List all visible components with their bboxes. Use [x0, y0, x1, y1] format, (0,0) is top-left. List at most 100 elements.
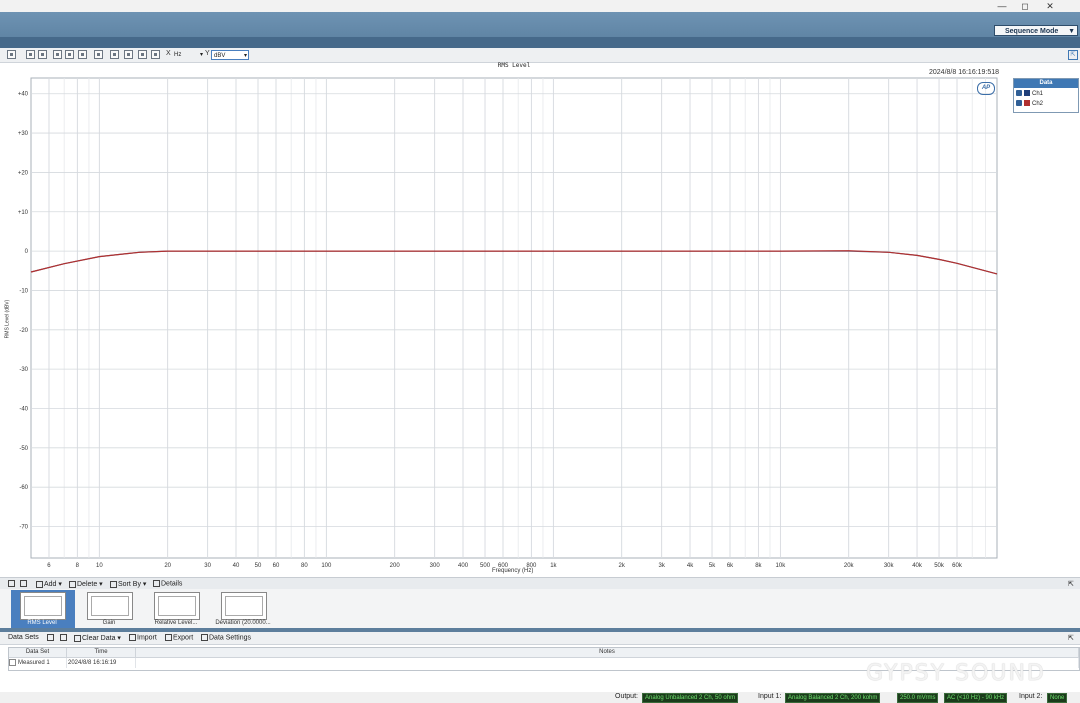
y-tick-label: -50: [19, 446, 28, 452]
x-tick-label: 40: [233, 563, 240, 569]
output-value[interactable]: Analog Unbalanced 2 Ch, 50 ohm: [642, 693, 739, 703]
x-tick-label: 20: [164, 563, 171, 569]
chart-legend: Data Ch1 Ch2: [1013, 78, 1079, 113]
delete-button[interactable]: Delete ▾: [69, 580, 103, 588]
delete-label: Delete: [77, 581, 98, 588]
input1-value[interactable]: Analog Balanced 2 Ch, 200 kohm: [785, 693, 881, 703]
x-tick-label: 2k: [619, 563, 626, 569]
data-settings-label: Data Settings: [209, 634, 252, 642]
data-set-name: Measured 1: [18, 660, 50, 666]
delete-icon: [69, 580, 76, 588]
y-tick-label: -70: [19, 525, 28, 531]
x-tick-label: 6: [47, 563, 51, 569]
y-tick-label: -30: [19, 367, 28, 373]
thumbnail-rms-level[interactable]: [20, 592, 66, 620]
column-header-time[interactable]: Time: [67, 648, 136, 658]
details-icon: [153, 580, 160, 587]
thumbnail-label: Deviation (20.0000...: [215, 620, 271, 626]
y-tick-label: +10: [18, 210, 29, 216]
x-tick-label: 30k: [884, 563, 895, 569]
input2-value[interactable]: None: [1047, 693, 1068, 703]
clear-icon: [74, 634, 81, 642]
watermark: GYPSY SOUND: [866, 661, 1046, 686]
uncheck-all-icon[interactable]: [60, 634, 68, 641]
data-settings-button[interactable]: Data Settings: [201, 634, 251, 641]
x-tick-label: 500: [480, 563, 491, 569]
data-sets-title: Data Sets: [8, 634, 39, 641]
x-axis-label: Frequency (Hz): [492, 568, 534, 574]
legend-label: Ch1: [1032, 91, 1044, 97]
row-checkbox[interactable]: [9, 658, 16, 666]
legend-item-ch2[interactable]: Ch2: [1016, 100, 1043, 108]
checkbox-icon[interactable]: [1016, 90, 1022, 97]
x-tick-label: 30: [204, 563, 211, 569]
data-sets-toolbar: Data Sets Clear Data ▾ Import Export Dat…: [0, 632, 1080, 645]
export-button[interactable]: Export: [165, 634, 193, 641]
add-button[interactable]: Add ▾: [36, 580, 62, 588]
checkbox-icon[interactable]: [1016, 100, 1022, 107]
sort-by-button[interactable]: Sort By ▾: [110, 580, 146, 588]
x-tick-label: 4k: [687, 563, 694, 569]
y-axis-label: RMS Level (dBV): [4, 299, 11, 339]
y-tick-label: -10: [19, 288, 28, 294]
y-tick-label: -20: [19, 328, 28, 334]
x-tick-label: 400: [458, 563, 469, 569]
expand-icon[interactable]: ⇱: [1068, 634, 1074, 642]
details-button[interactable]: Details: [153, 580, 182, 587]
column-header-notes[interactable]: Notes: [136, 648, 1079, 658]
thumbnail-gain[interactable]: [87, 592, 133, 620]
clear-data-label: Clear Data: [82, 635, 116, 642]
table-cell-time: 2024/8/8 16:16:19: [67, 658, 136, 668]
y-tick-label: +40: [18, 92, 29, 98]
color-swatch: [1024, 90, 1030, 97]
x-tick-label: 50k: [934, 563, 945, 569]
y-tick-label: 0: [25, 249, 29, 255]
export-icon: [165, 634, 172, 641]
legend-label: Ch2: [1032, 101, 1044, 107]
export-label: Export: [173, 634, 194, 642]
x-tick-label: 80: [301, 563, 308, 569]
y-tick-label: -60: [19, 485, 28, 491]
details-label: Details: [161, 580, 183, 588]
x-tick-label: 10k: [776, 563, 787, 569]
thumbnail-relative-level[interactable]: [154, 592, 200, 620]
x-tick-label: 50: [255, 563, 262, 569]
thumbnail-label: RMS Level: [27, 620, 57, 626]
ap-logo: AP: [977, 82, 995, 95]
input1-level[interactable]: 250.0 mVrms: [897, 693, 939, 703]
thumbnail-label: Relative Level...: [154, 620, 198, 626]
y-tick-label: +30: [18, 131, 29, 137]
x-tick-label: 1k: [550, 563, 557, 569]
import-button[interactable]: Import: [129, 634, 157, 641]
x-tick-label: 5k: [709, 563, 716, 569]
x-tick-label: 60: [273, 563, 280, 569]
x-tick-label: 6k: [727, 563, 734, 569]
thumbnail-deviation[interactable]: [221, 592, 267, 620]
input1-label: Input 1:: [758, 693, 782, 700]
input1-filter[interactable]: AC (<10 Hz) - 90 kHz: [944, 693, 1008, 703]
status-bar: Output: Analog Unbalanced 2 Ch, 50 ohm I…: [0, 692, 1080, 703]
x-tick-label: 300: [430, 563, 441, 569]
sort-icon: [110, 580, 117, 588]
table-row[interactable]: Measured 1: [9, 658, 67, 668]
first-icon[interactable]: [8, 580, 16, 587]
y-tick-label: +20: [18, 170, 29, 176]
last-icon[interactable]: [20, 580, 28, 587]
input2-label: Input 2:: [1019, 693, 1043, 700]
x-tick-label: 3k: [659, 563, 666, 569]
import-label: Import: [137, 634, 157, 642]
expand-icon[interactable]: ⇱: [1068, 580, 1074, 588]
settings-icon: [201, 634, 208, 641]
sort-by-label: Sort By: [118, 581, 141, 588]
legend-item-ch1[interactable]: Ch1: [1016, 90, 1043, 98]
x-tick-label: 8k: [755, 563, 762, 569]
y-tick-label: -40: [19, 406, 28, 412]
check-all-icon[interactable]: [47, 634, 55, 641]
clear-data-button[interactable]: Clear Data ▾: [74, 634, 121, 642]
plot-area: [30, 77, 998, 559]
legend-title: Data: [1014, 79, 1078, 88]
column-header-data-set[interactable]: Data Set: [9, 648, 67, 658]
thumbnail-label: Gain: [102, 620, 116, 626]
x-tick-label: 10: [96, 563, 103, 569]
output-label: Output:: [615, 693, 638, 700]
